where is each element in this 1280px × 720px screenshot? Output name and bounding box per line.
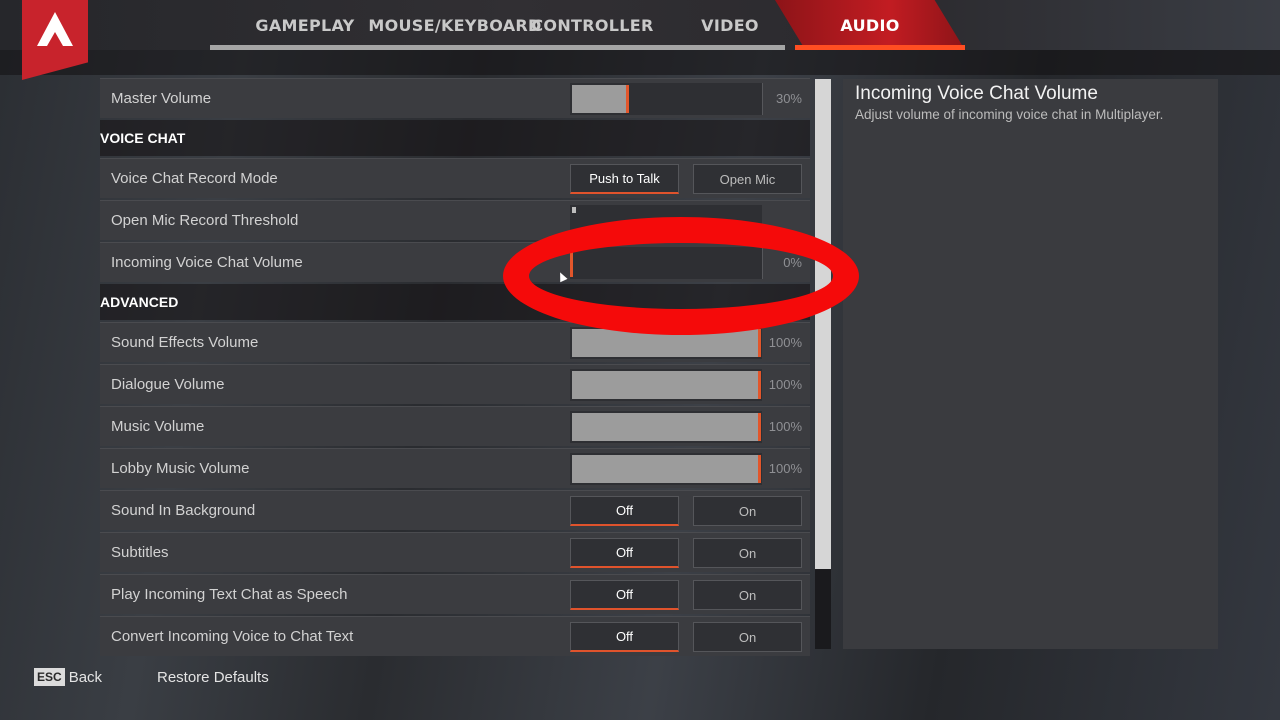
settings-scrollbar[interactable] <box>815 79 831 649</box>
audio-settings-list: Master Volume 30% VOICE CHAT Voice Chat … <box>100 78 810 658</box>
tab-label: AUDIO <box>840 15 900 35</box>
esc-key-icon: ESC <box>34 668 65 686</box>
setting-label: Incoming Voice Chat Volume <box>111 254 303 271</box>
setting-sound-in-background: Sound In Background Off On <box>100 490 810 530</box>
slider-value: 100% <box>768 377 802 392</box>
incoming-voice-slider[interactable] <box>570 247 763 279</box>
setting-label: Voice Chat Record Mode <box>111 170 278 187</box>
slider-thumb[interactable] <box>758 371 761 399</box>
music-slider[interactable] <box>570 411 762 443</box>
slider-value: 100% <box>768 335 802 350</box>
off-button[interactable]: Off <box>570 538 679 568</box>
setting-label: Sound In Background <box>111 502 256 519</box>
setting-label: Open Mic Record Threshold <box>111 212 299 229</box>
top-nav-shadow <box>0 50 1280 75</box>
setting-label: Convert Incoming Voice to Chat Text <box>111 628 354 645</box>
master-volume-slider[interactable] <box>570 83 763 115</box>
slider-fill <box>572 455 760 483</box>
description-text: Adjust volume of incoming voice chat in … <box>855 107 1164 122</box>
setting-label: Dialogue Volume <box>111 376 225 393</box>
back-label: Back <box>68 668 103 686</box>
off-button[interactable]: Off <box>570 496 679 526</box>
slider-thumb[interactable] <box>626 85 629 113</box>
setting-voice-to-chat-text: Convert Incoming Voice to Chat Text Off … <box>100 616 810 656</box>
setting-label: Master Volume <box>111 90 212 107</box>
slider-value: 100% <box>768 461 802 476</box>
slider-fill <box>572 207 576 213</box>
slider-thumb[interactable] <box>758 413 761 441</box>
description-title: Incoming Voice Chat Volume <box>855 83 1098 104</box>
off-button[interactable]: Off <box>570 622 679 652</box>
sound-effects-slider[interactable] <box>570 327 762 359</box>
on-button[interactable]: On <box>693 580 802 610</box>
slider-separator <box>762 247 763 279</box>
apex-logo-icon <box>37 12 73 46</box>
section-header-advanced: ADVANCED <box>100 284 810 320</box>
tab-video[interactable]: VIDEO <box>675 0 785 50</box>
setting-label: Sound Effects Volume <box>111 334 259 351</box>
setting-dialogue-volume[interactable]: Dialogue Volume 100% <box>100 364 810 404</box>
slider-fill <box>572 413 760 441</box>
tab-mouse-keyboard[interactable]: MOUSE/KEYBOARD <box>368 0 541 50</box>
setting-label: Lobby Music Volume <box>111 460 250 477</box>
on-button[interactable]: On <box>693 496 802 526</box>
slider-thumb[interactable] <box>758 455 761 483</box>
tab-label: GAMEPLAY <box>255 15 355 35</box>
setting-music-volume[interactable]: Music Volume 100% <box>100 406 810 446</box>
tab-underline <box>400 45 510 50</box>
slider-fill <box>572 329 760 357</box>
tab-audio[interactable]: AUDIO <box>775 0 965 50</box>
tab-underline <box>675 45 785 50</box>
back-button[interactable]: ESC Back <box>34 668 102 686</box>
slider-value: 100% <box>768 419 802 434</box>
restore-defaults-button[interactable]: Restore Defaults <box>157 669 269 686</box>
tab-underline <box>210 45 400 50</box>
section-header-voice-chat: VOICE CHAT <box>100 120 810 156</box>
setting-voice-chat-record-mode: Voice Chat Record Mode Push to Talk Open… <box>100 158 810 198</box>
setting-text-chat-as-speech: Play Incoming Text Chat as Speech Off On <box>100 574 810 614</box>
tab-underline <box>795 45 965 50</box>
setting-incoming-voice-chat-volume[interactable]: Incoming Voice Chat Volume 0% <box>100 242 810 282</box>
tab-underline <box>510 45 675 50</box>
scrollbar-thumb[interactable] <box>815 79 831 569</box>
setting-label: Music Volume <box>111 418 205 435</box>
settings-tabs: GAMEPLAY MOUSE/KEYBOARD CONTROLLER VIDEO… <box>210 0 965 50</box>
open-mic-button[interactable]: Open Mic <box>693 164 802 194</box>
setting-master-volume[interactable]: Master Volume 30% <box>100 78 810 118</box>
setting-open-mic-threshold[interactable]: Open Mic Record Threshold <box>100 200 810 240</box>
description-panel: Incoming Voice Chat Volume Adjust volume… <box>843 79 1218 649</box>
tab-label: MOUSE/KEYBOARD <box>368 15 542 35</box>
tab-label: CONTROLLER <box>531 15 654 35</box>
tab-label: VIDEO <box>701 15 759 35</box>
threshold-slider[interactable] <box>570 205 762 237</box>
slider-separator <box>762 83 763 115</box>
slider-value: 0% <box>783 255 802 270</box>
lobby-music-slider[interactable] <box>570 453 762 485</box>
push-to-talk-button[interactable]: Push to Talk <box>570 164 679 194</box>
tab-controller[interactable]: CONTROLLER <box>510 0 675 50</box>
setting-label: Play Incoming Text Chat as Speech <box>111 586 348 603</box>
slider-fill <box>572 85 628 113</box>
slider-fill <box>572 371 760 399</box>
slider-thumb[interactable] <box>570 249 573 277</box>
setting-subtitles: Subtitles Off On <box>100 532 810 572</box>
setting-label: Subtitles <box>111 544 169 561</box>
setting-lobby-music-volume[interactable]: Lobby Music Volume 100% <box>100 448 810 488</box>
slider-thumb[interactable] <box>758 329 761 357</box>
setting-sound-effects-volume[interactable]: Sound Effects Volume 100% <box>100 322 810 362</box>
on-button[interactable]: On <box>693 622 802 652</box>
off-button[interactable]: Off <box>570 580 679 610</box>
dialogue-slider[interactable] <box>570 369 762 401</box>
slider-value: 30% <box>775 91 802 106</box>
on-button[interactable]: On <box>693 538 802 568</box>
